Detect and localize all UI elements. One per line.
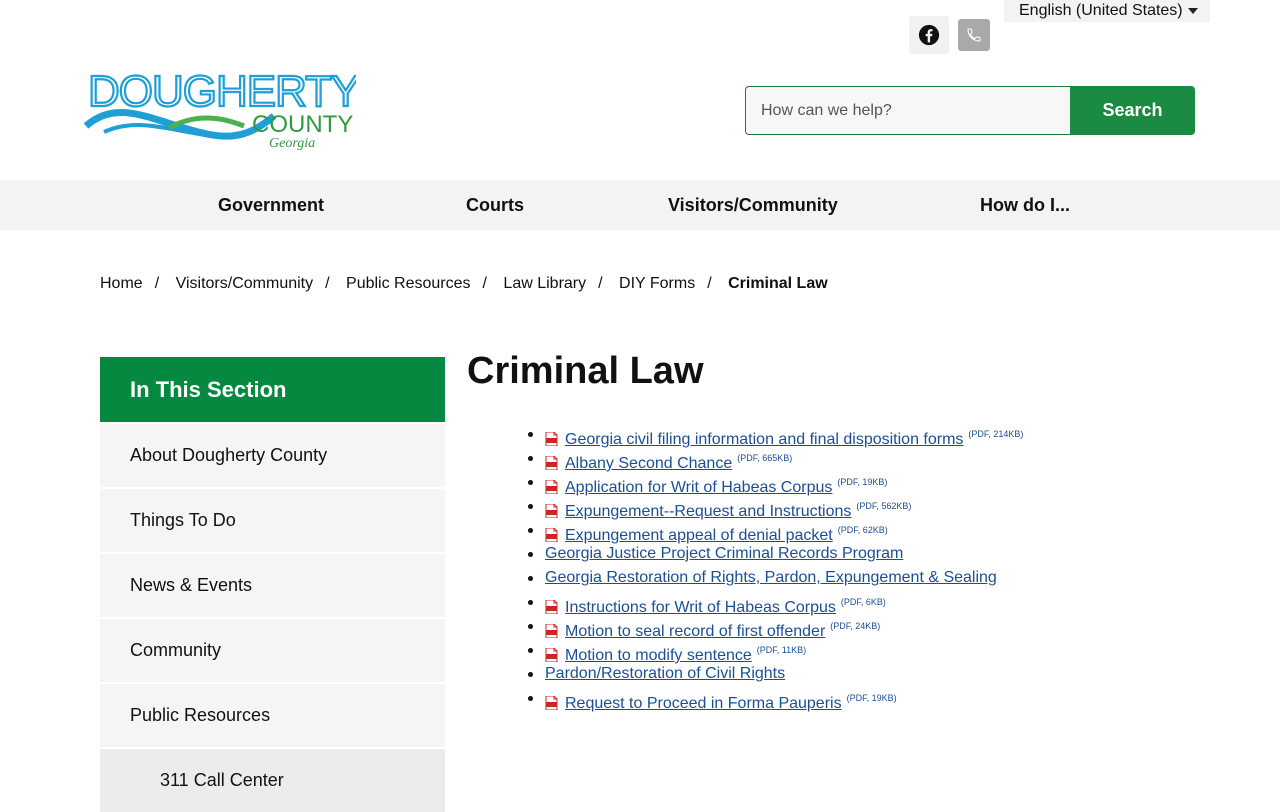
utility-bar: English (United States)	[0, 0, 1280, 60]
pdf-icon	[545, 528, 558, 542]
facebook-button[interactable]	[909, 16, 949, 54]
file-meta: (PDF, 11KB)	[756, 645, 807, 655]
breadcrumb: Home / Visitors/Community / Public Resourc…	[100, 275, 828, 292]
file-meta: (PDF, 665KB)	[737, 453, 793, 463]
search-input[interactable]	[745, 86, 1071, 135]
list-item: Georgia civil filing information and fin…	[527, 422, 1024, 448]
sidebar-heading: In This Section	[100, 357, 445, 422]
pdf-icon	[545, 432, 558, 446]
county-logo[interactable]: DOUGHERTY COUNTY Georgia	[83, 66, 362, 154]
list-item: Expungement--Request and Instructions (PD…	[527, 494, 1023, 520]
file-meta: (PDF, 6KB)	[840, 597, 886, 607]
pdf-icon	[545, 624, 558, 638]
list-item: Request to Proceed in Forma Pauperis (PDF…	[527, 686, 1023, 712]
sidebar-item-news-events[interactable]: News & Events	[100, 554, 445, 617]
pdf-icon	[545, 648, 558, 662]
section-sidebar: In This Section About Dougherty County T…	[100, 357, 445, 812]
list-item: Georgia Restoration of Rights, Pardon, E…	[527, 566, 1023, 590]
list-item: Instructions for Writ of Habeas Corpus (P…	[527, 590, 1023, 616]
breadcrumb-home[interactable]: Home	[100, 275, 143, 292]
language-label: English (United States)	[1019, 2, 1183, 19]
sidebar-item-public-resources[interactable]: Public Resources	[100, 684, 445, 747]
document-link[interactable]: Pardon/Restoration of Civil Rights	[545, 665, 785, 682]
nav-item-visitors-community[interactable]: Visitors/Community	[668, 180, 838, 230]
breadcrumb-visitors-community[interactable]: Visitors/Community	[176, 275, 314, 292]
nav-item-courts[interactable]: Courts	[466, 180, 524, 230]
sidebar-item-about[interactable]: About Dougherty County	[100, 424, 445, 487]
breadcrumb-diy-forms[interactable]: DIY Forms	[619, 275, 695, 292]
list-item: Motion to seal record of first offender(…	[527, 614, 1023, 640]
breadcrumb-law-library[interactable]: Law Library	[503, 275, 586, 292]
sidebar-item-311-call-center[interactable]: 311 Call Center	[100, 749, 445, 812]
facebook-icon	[918, 24, 940, 46]
pdf-icon	[545, 480, 558, 494]
pdf-icon	[545, 456, 558, 470]
list-item: Motion to modify sentence (PDF, 11KB)	[527, 638, 1023, 664]
main-nav: Government Courts Visitors/Community How…	[0, 180, 1280, 230]
file-meta: (PDF, 62KB)	[837, 525, 888, 535]
file-meta: (PDF, 24KB)	[830, 621, 881, 631]
file-meta: (PDF, 214KB)	[968, 429, 1024, 439]
language-selector[interactable]: English (United States)	[1004, 0, 1210, 22]
list-item: Albany Second Chance (PDF, 665KB)	[527, 446, 1023, 472]
phone-icon	[967, 28, 981, 42]
list-item: Application for Writ of Habeas Corpus (PD…	[527, 470, 1023, 496]
breadcrumb-public-resources[interactable]: Public Resources	[346, 275, 471, 292]
breadcrumb-current: Criminal Law	[728, 275, 828, 292]
search-form: Search	[745, 86, 1195, 135]
sidebar-item-things-to-do[interactable]: Things To Do	[100, 489, 445, 552]
pdf-icon	[545, 696, 558, 710]
nav-item-how-do-i[interactable]: How do I...	[980, 180, 1070, 230]
nav-item-government[interactable]: Government	[218, 180, 324, 230]
svg-text:DOUGHERTY: DOUGHERTY	[88, 67, 356, 116]
page-title: Criminal Law	[467, 350, 704, 392]
list-item: Georgia Justice Project Criminal Records…	[527, 542, 1023, 566]
list-item: Pardon/Restoration of Civil Rights	[527, 662, 1023, 686]
chevron-down-icon	[1188, 8, 1198, 14]
pdf-icon	[545, 504, 558, 518]
list-item: Expungement appeal of denial packet (PDF,…	[527, 518, 1023, 544]
logo-graphic: DOUGHERTY COUNTY Georgia	[83, 66, 362, 151]
document-link[interactable]: Request to Proceed in Forma Pauperis	[565, 695, 842, 712]
document-link[interactable]: Georgia Restoration of Rights, Pardon, E…	[545, 569, 997, 586]
file-meta: (PDF, 19KB)	[846, 693, 897, 703]
svg-text:COUNTY: COUNTY	[252, 111, 353, 138]
search-button[interactable]: Search	[1070, 86, 1195, 135]
file-meta: (PDF, 19KB)	[837, 477, 888, 487]
sidebar-item-community[interactable]: Community	[100, 619, 445, 682]
pdf-icon	[545, 600, 558, 614]
file-meta: (PDF, 562KB)	[856, 501, 912, 511]
phone-button[interactable]	[958, 19, 990, 51]
document-list: Georgia civil filing information and fin…	[527, 422, 1024, 712]
svg-text:Georgia: Georgia	[269, 136, 315, 151]
document-link[interactable]: Georgia Justice Project Criminal Records…	[545, 545, 903, 562]
